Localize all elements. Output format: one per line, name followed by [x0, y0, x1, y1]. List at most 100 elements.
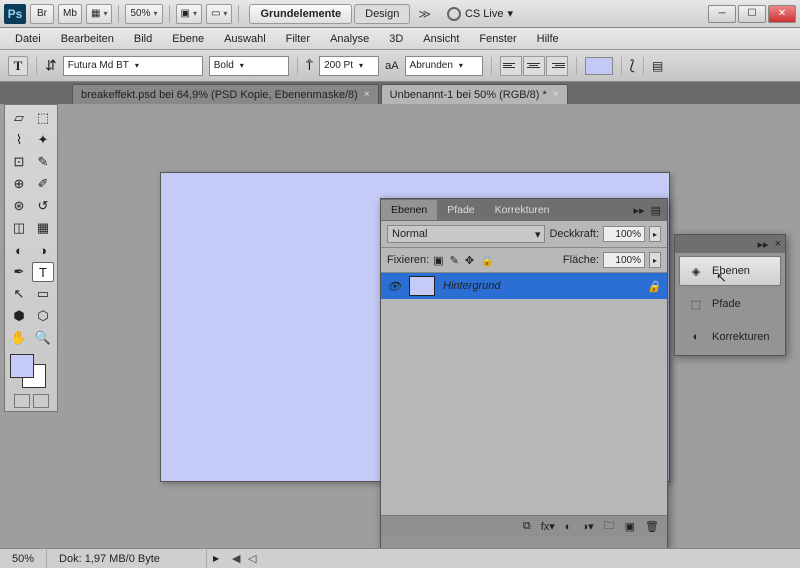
- shape-tool[interactable]: ▭: [32, 284, 54, 304]
- font-size-dd[interactable]: 200 Pt: [319, 56, 379, 76]
- link-icon[interactable]: ⧉: [523, 520, 531, 533]
- lock-pos-icon[interactable]: ✥: [465, 254, 474, 267]
- menu-analyse[interactable]: Analyse: [321, 30, 378, 48]
- panel-tab-korrekturen[interactable]: Korrekturen: [485, 200, 560, 220]
- layer-list[interactable]: 👁 Hintergrund 🔒: [381, 273, 667, 515]
- maximize-button[interactable]: ☐: [738, 5, 766, 23]
- adjustment-icon[interactable]: ◑▾: [581, 520, 593, 533]
- type-tool[interactable]: T: [32, 262, 54, 282]
- close-icon[interactable]: ×: [775, 238, 781, 250]
- layers-icon: ◈: [688, 263, 704, 279]
- bridge-button[interactable]: Br: [30, 4, 54, 24]
- menu-datei[interactable]: Datei: [6, 30, 50, 48]
- 3d-camera-tool[interactable]: ⬡: [32, 306, 54, 326]
- menu-ansicht[interactable]: Ansicht: [414, 30, 468, 48]
- minibridge-button[interactable]: Mb: [58, 4, 82, 24]
- document-tab-active[interactable]: Unbenannt-1 bei 50% (RGB/8) *×: [381, 84, 568, 104]
- collapse-icon[interactable]: ▸▸: [634, 204, 645, 217]
- marquee-tool[interactable]: ⬚: [32, 108, 54, 128]
- warp-text-icon[interactable]: ⟅: [630, 57, 635, 74]
- lasso-tool[interactable]: ⌇: [8, 130, 30, 150]
- panel-tab-pfade[interactable]: Pfade: [437, 200, 484, 220]
- antialias-dd[interactable]: Abrunden: [405, 56, 483, 76]
- zoom-dd[interactable]: 50%: [125, 4, 162, 24]
- view-extras-dd[interactable]: ▦: [86, 4, 112, 24]
- mask-icon[interactable]: ◐: [565, 521, 572, 533]
- align-right[interactable]: [546, 56, 568, 76]
- cslive-button[interactable]: CS Live ▾: [447, 7, 513, 21]
- side-item-pfade[interactable]: ⬚ Pfade: [679, 289, 781, 319]
- char-panel-icon[interactable]: ▤: [652, 59, 663, 73]
- zoom-tool[interactable]: 🔍: [32, 328, 54, 348]
- menu-ebene[interactable]: Ebene: [163, 30, 213, 48]
- side-item-ebenen[interactable]: ◈ Ebenen: [679, 256, 781, 286]
- eyedropper-tool[interactable]: ✎: [32, 152, 54, 172]
- align-left[interactable]: [500, 56, 522, 76]
- menu-fenster[interactable]: Fenster: [470, 30, 525, 48]
- menu-hilfe[interactable]: Hilfe: [528, 30, 568, 48]
- blend-mode-dd[interactable]: Normal▾: [387, 225, 545, 243]
- eraser-tool[interactable]: ◫: [8, 218, 30, 238]
- crop-tool[interactable]: ⊡: [8, 152, 30, 172]
- close-button[interactable]: ✕: [768, 5, 796, 23]
- arrange-dd[interactable]: ▣: [176, 4, 202, 24]
- menu-3d[interactable]: 3D: [380, 30, 412, 48]
- side-item-korrekturen[interactable]: ◐ Korrekturen: [679, 322, 781, 352]
- healing-tool[interactable]: ⊕: [8, 174, 30, 194]
- opacity-value[interactable]: 100%: [603, 226, 645, 242]
- fg-color[interactable]: [10, 354, 34, 378]
- menu-bild[interactable]: Bild: [125, 30, 161, 48]
- minimize-button[interactable]: ─: [708, 5, 736, 23]
- close-icon[interactable]: ×: [553, 89, 559, 100]
- visibility-icon[interactable]: 👁: [387, 279, 401, 293]
- color-swatches[interactable]: [8, 354, 54, 390]
- layer-thumb[interactable]: [409, 276, 435, 296]
- lock-trans-icon[interactable]: ▣: [433, 254, 443, 267]
- tool-preset[interactable]: T: [8, 56, 28, 76]
- workspace-more[interactable]: ≫: [412, 4, 437, 24]
- align-center[interactable]: [523, 56, 545, 76]
- 3d-tool[interactable]: ⬢: [8, 306, 30, 326]
- opacity-arrow[interactable]: ▸: [649, 226, 661, 242]
- expand-icon[interactable]: ▸▸: [758, 238, 769, 251]
- group-icon[interactable]: 🗀: [604, 517, 615, 536]
- panel-tab-ebenen[interactable]: Ebenen: [381, 200, 437, 220]
- move-tool[interactable]: ▱: [8, 108, 30, 128]
- fill-arrow[interactable]: ▸: [649, 252, 661, 268]
- lock-pixel-icon[interactable]: ✎: [450, 254, 459, 267]
- document-tab[interactable]: breakeffekt.psd bei 64,9% (PSD Kopie, Eb…: [72, 84, 379, 104]
- blur-tool[interactable]: ◐: [8, 240, 30, 260]
- text-color[interactable]: [585, 57, 613, 75]
- font-weight-dd[interactable]: Bold: [209, 56, 289, 76]
- font-family-dd[interactable]: Futura Md BT: [63, 56, 203, 76]
- dodge-tool[interactable]: ◑: [32, 240, 54, 260]
- history-brush-tool[interactable]: ↺: [32, 196, 54, 216]
- wand-tool[interactable]: ✦: [32, 130, 54, 150]
- quickmask-toggle[interactable]: [8, 394, 54, 408]
- path-tool[interactable]: ↖: [8, 284, 30, 304]
- close-icon[interactable]: ×: [364, 89, 370, 100]
- new-layer-icon[interactable]: ▣: [625, 520, 635, 533]
- lock-all-icon[interactable]: 🔒: [480, 254, 494, 267]
- status-arrow-icon[interactable]: ▶: [207, 554, 225, 563]
- fx-icon[interactable]: fx▾: [541, 520, 555, 533]
- stamp-tool[interactable]: ⊛: [8, 196, 30, 216]
- orientation-icon[interactable]: ⇵: [45, 57, 57, 74]
- menu-auswahl[interactable]: Auswahl: [215, 30, 275, 48]
- workspace-tab-design[interactable]: Design: [354, 4, 410, 24]
- status-zoom[interactable]: 50%: [0, 549, 47, 568]
- menu-bearbeiten[interactable]: Bearbeiten: [52, 30, 123, 48]
- status-docinfo[interactable]: Dok: 1,97 MB/0 Byte: [47, 549, 207, 568]
- hand-tool[interactable]: ✋: [8, 328, 30, 348]
- delete-icon[interactable]: 🗑: [645, 520, 659, 533]
- brush-tool[interactable]: ✐: [32, 174, 54, 194]
- scroll-arrows: ◀◁: [229, 552, 259, 565]
- gradient-tool[interactable]: ▦: [32, 218, 54, 238]
- layer-row[interactable]: 👁 Hintergrund 🔒: [381, 273, 667, 299]
- menu-filter[interactable]: Filter: [277, 30, 319, 48]
- fill-value[interactable]: 100%: [603, 252, 645, 268]
- pen-tool[interactable]: ✒: [8, 262, 30, 282]
- workspace-tab-active[interactable]: Grundelemente: [249, 4, 352, 24]
- panel-menu-icon[interactable]: ▤: [651, 204, 661, 217]
- screenmode-dd[interactable]: ▭: [206, 4, 232, 24]
